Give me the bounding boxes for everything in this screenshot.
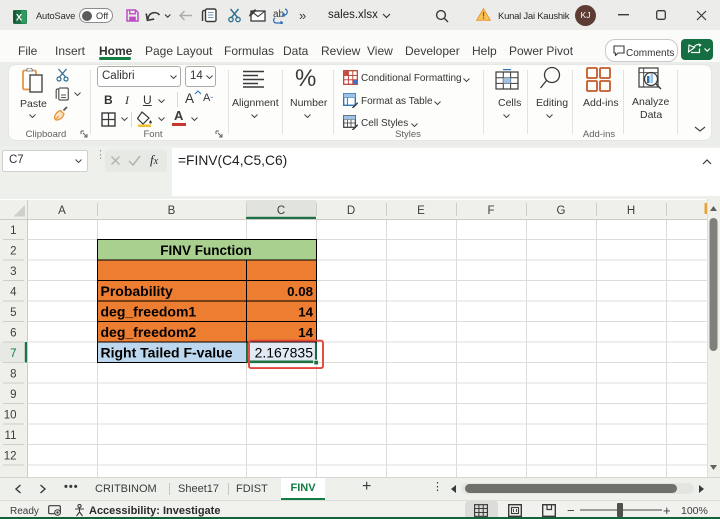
svg-text:H: H	[627, 205, 635, 217]
svg-text:8: 8	[10, 369, 16, 381]
svg-text:10: 10	[4, 410, 17, 422]
svg-text:F: F	[487, 205, 494, 217]
svg-text:D: D	[347, 205, 355, 217]
svg-text:C: C	[277, 205, 285, 217]
svg-text:6: 6	[10, 328, 16, 340]
svg-text:5: 5	[10, 307, 16, 319]
svg-text:4: 4	[10, 287, 17, 299]
svg-text:2: 2	[10, 246, 16, 258]
svg-text:1: 1	[10, 225, 16, 237]
svg-text:Right Tailed F-value: Right Tailed F-value	[101, 344, 233, 360]
svg-text:14: 14	[298, 325, 313, 340]
svg-text:7: 7	[10, 348, 16, 360]
svg-text:G: G	[557, 205, 566, 217]
svg-text:deg_freedom1: deg_freedom1	[101, 303, 197, 319]
svg-text:deg_freedom2: deg_freedom2	[101, 324, 197, 340]
svg-text:E: E	[417, 205, 425, 217]
svg-text:X: X	[16, 13, 23, 24]
svg-text:Probability: Probability	[101, 283, 174, 299]
svg-text:9: 9	[10, 389, 16, 401]
svg-text:3: 3	[10, 266, 16, 278]
svg-text:0.08: 0.08	[287, 284, 313, 299]
svg-text:FINV Function: FINV Function	[160, 243, 252, 258]
svg-text:A: A	[58, 205, 66, 217]
svg-text:B: B	[168, 205, 176, 217]
svg-text:11: 11	[5, 430, 17, 442]
svg-text:2.167835: 2.167835	[255, 345, 314, 361]
svg-text:12: 12	[4, 451, 17, 463]
svg-text:14: 14	[298, 304, 313, 319]
